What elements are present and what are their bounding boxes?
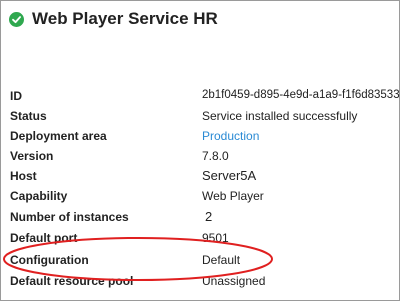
version-label: Version xyxy=(10,149,54,163)
host-value: Server5A xyxy=(202,168,257,183)
check-circle-icon xyxy=(9,12,24,27)
configuration-label: Configuration xyxy=(10,253,89,267)
service-details-panel: Web Player Service HR ID 2b1f0459-d895-4… xyxy=(0,0,400,301)
version-value: 7.8.0 xyxy=(202,149,229,163)
row-id: ID 2b1f0459-d895-4e9d-a1a9-f1f6d83533ae xyxy=(1,87,400,107)
default-port-value: 9501 xyxy=(202,231,229,245)
default-port-label: Default port xyxy=(10,231,78,245)
default-resource-pool-label: Default resource pool xyxy=(10,274,134,288)
capability-label: Capability xyxy=(10,189,68,203)
status-label: Status xyxy=(10,109,47,123)
deployment-area-label: Deployment area xyxy=(10,129,107,143)
row-configuration: Configuration Default xyxy=(1,251,399,271)
configuration-value: Default xyxy=(202,253,241,267)
host-label: Host xyxy=(10,169,37,183)
row-number-of-instances: Number of instances 2 xyxy=(1,208,399,228)
row-deployment-area: Deployment area Production xyxy=(1,127,399,147)
row-default-resource-pool: Default resource pool Unassigned xyxy=(1,272,399,292)
page-title: Web Player Service HR xyxy=(32,9,218,28)
row-status: Status Service installed successfully xyxy=(1,107,399,127)
number-of-instances-label: Number of instances xyxy=(10,210,129,224)
row-capability: Capability Web Player xyxy=(1,187,399,207)
panel-header: Web Player Service HR xyxy=(1,1,399,39)
id-value: 2b1f0459-d895-4e9d-a1a9-f1f6d83533ae xyxy=(202,89,400,101)
row-host: Host Server5A xyxy=(1,167,399,187)
id-label: ID xyxy=(10,89,22,103)
status-value: Service installed successfully xyxy=(202,109,358,123)
row-version: Version 7.8.0 xyxy=(1,147,399,167)
row-default-port: Default port 9501 xyxy=(1,229,399,249)
default-resource-pool-value: Unassigned xyxy=(202,274,266,288)
capability-value: Web Player xyxy=(202,189,264,203)
number-of-instances-value: 2 xyxy=(205,209,213,224)
deployment-area-link[interactable]: Production xyxy=(202,129,259,143)
